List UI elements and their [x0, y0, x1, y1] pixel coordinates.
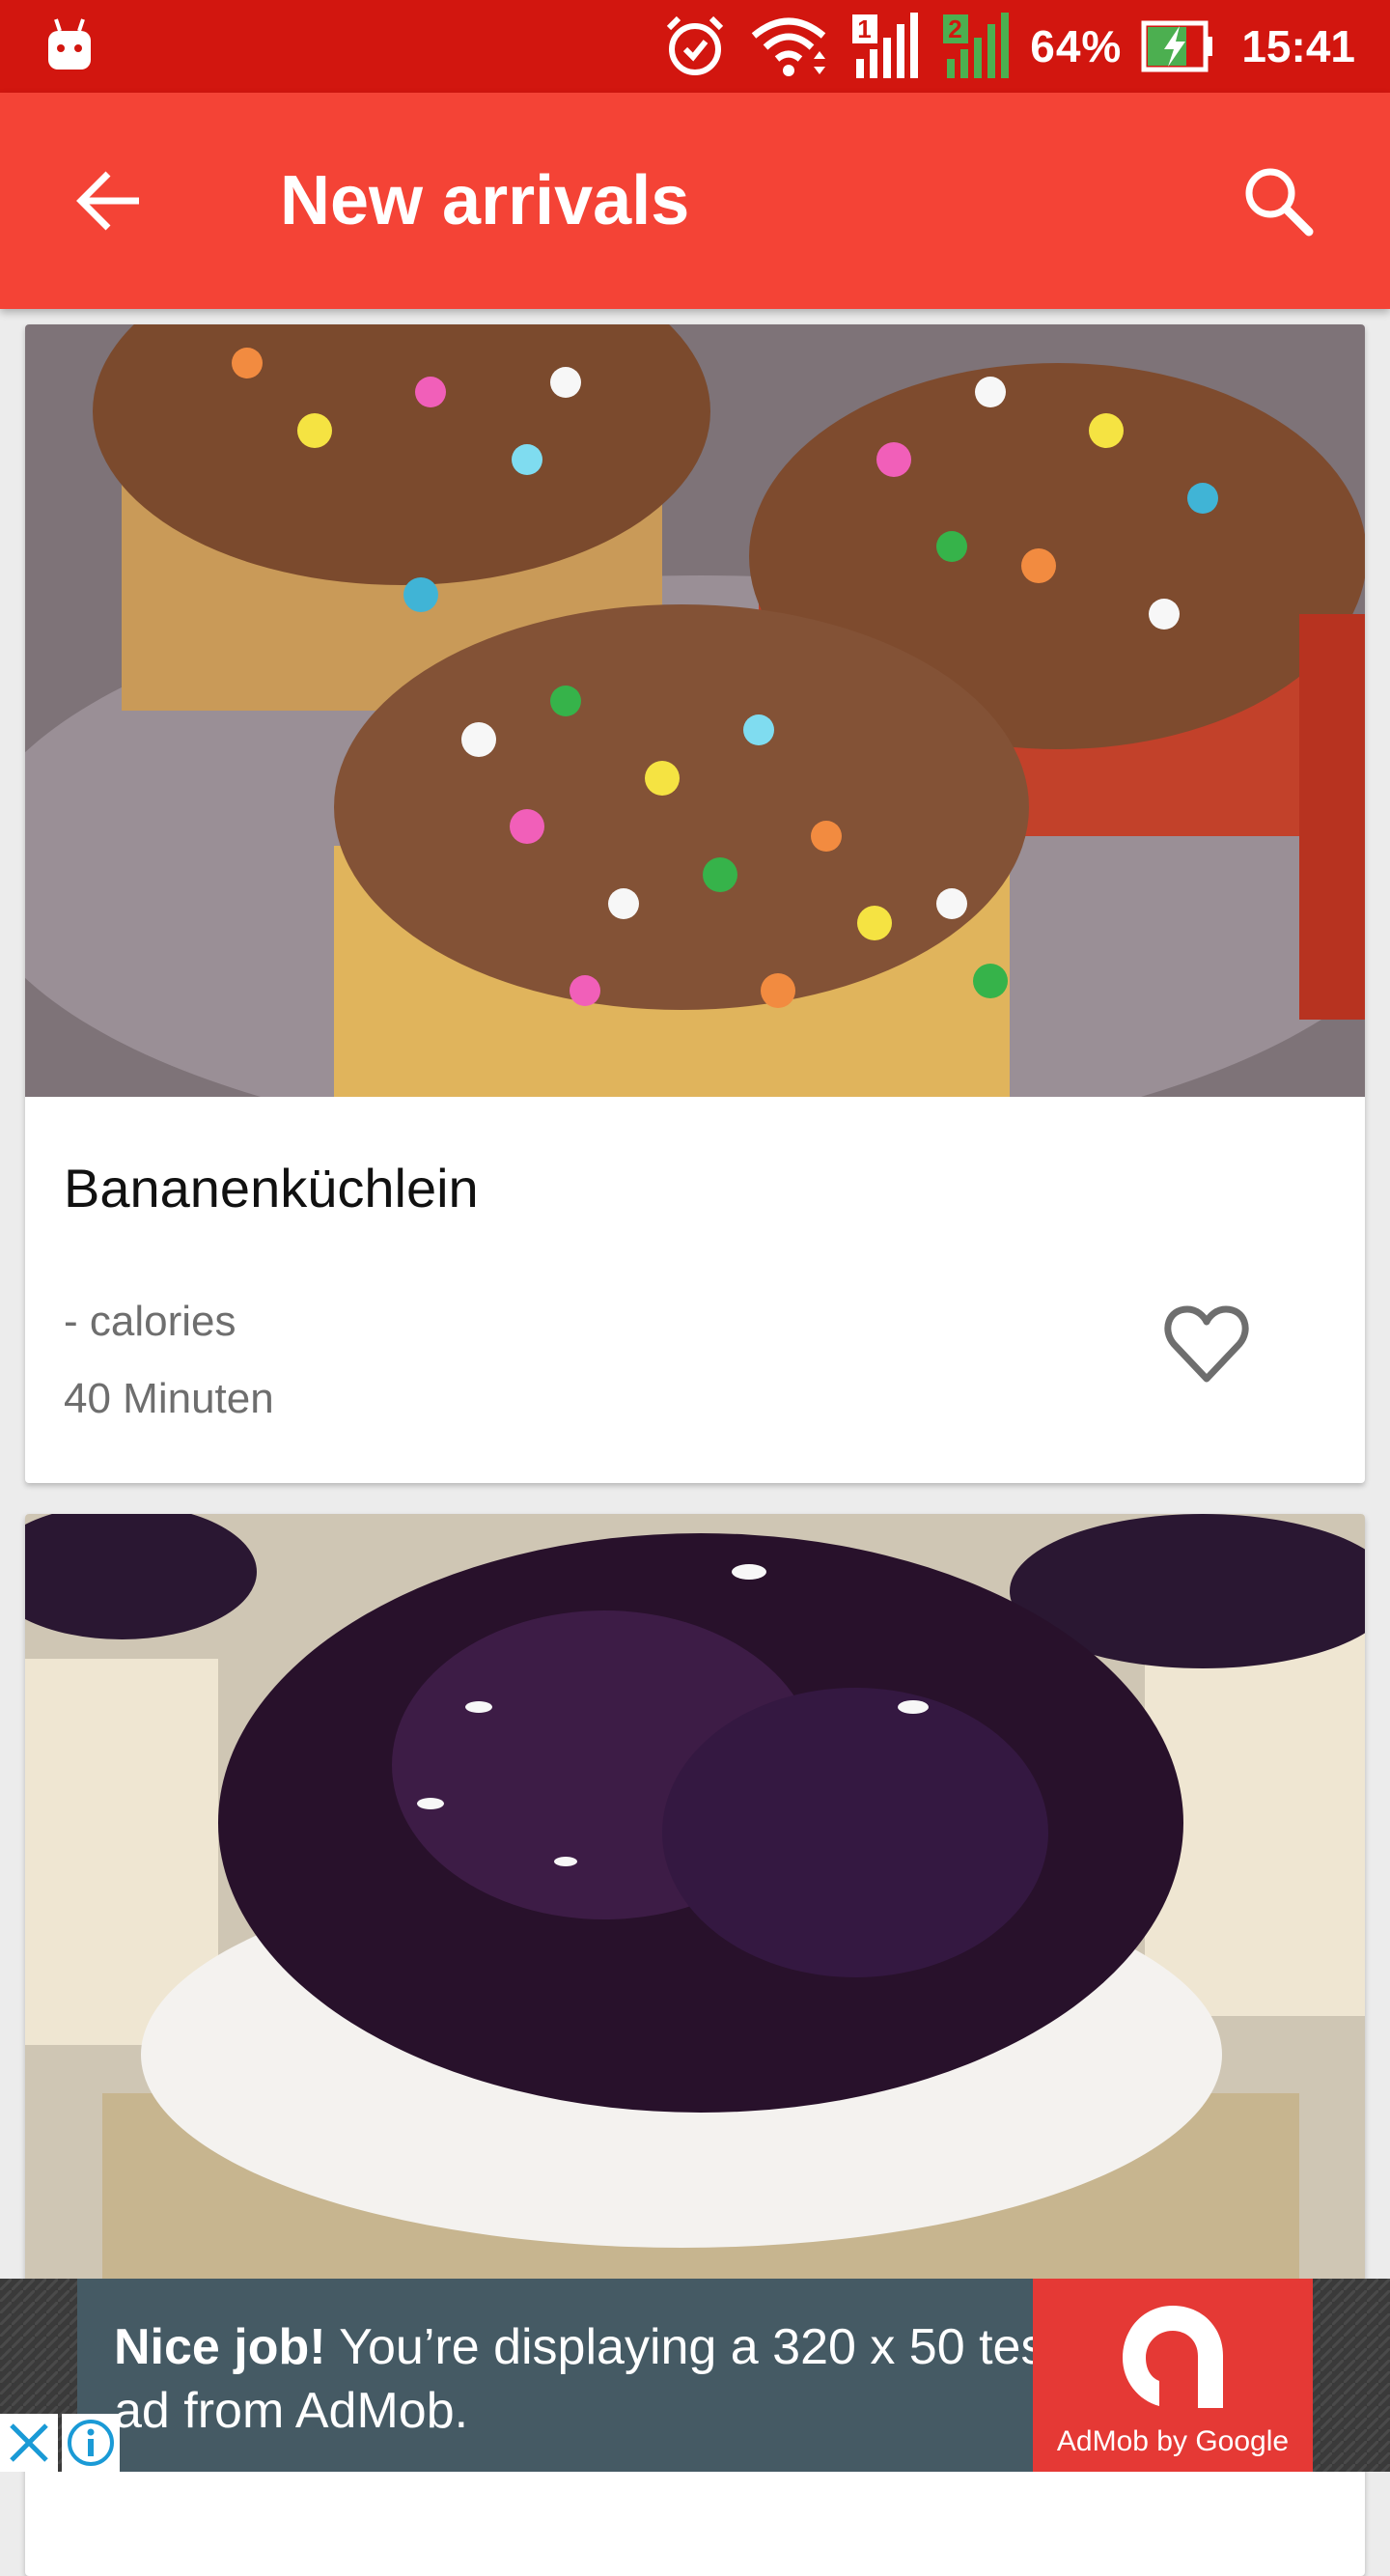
- battery-percent: 64%: [1030, 21, 1123, 71]
- recipe-duration: 40 Minuten: [64, 1375, 274, 1422]
- ad-headline: Nice job! You’re displaying a 320 x 50 t…: [114, 2315, 1079, 2443]
- search-icon[interactable]: [1237, 160, 1319, 241]
- ad-banner[interactable]: Nice job! You’re displaying a 320 x 50 t…: [0, 2279, 1390, 2472]
- admob-logo-caption: AdMob by Google: [1056, 2425, 1290, 2457]
- ad-headline-bold: Nice job!: [114, 2319, 326, 2375]
- page-title: New arrivals: [280, 162, 690, 239]
- app-bar: New arrivals: [0, 93, 1390, 309]
- wifi-icon: [752, 17, 826, 76]
- recipe-image-cupcakes[interactable]: [25, 324, 1365, 1097]
- recipe-title: Bananenküchlein: [64, 1158, 479, 1218]
- recipe-card[interactable]: Bananenküchlein - calories 40 Minuten: [25, 324, 1365, 1483]
- android-notification-icon: [48, 18, 91, 70]
- sim2-signal-icon: 2: [939, 11, 1011, 82]
- status-bar: 1 2 64% 15:41: [0, 0, 1390, 93]
- ad-info-icon[interactable]: [62, 2414, 120, 2472]
- sim2-label: 2: [948, 14, 962, 43]
- admob-logo-icon: [1123, 2306, 1223, 2408]
- battery-charging-icon: [1141, 20, 1213, 72]
- admob-logo-box[interactable]: AdMob by Google: [1033, 2279, 1313, 2472]
- sim1-signal-icon: 1: [848, 11, 920, 82]
- arrow-back-icon[interactable]: [70, 160, 151, 241]
- alarm-icon: [667, 15, 724, 75]
- recipe-calories: - calories: [64, 1298, 236, 1345]
- recipe-image-blueberry-cupcake[interactable]: [25, 1514, 1365, 2286]
- sim1-label: 1: [857, 14, 872, 43]
- heart-outline-icon[interactable]: [1160, 1298, 1253, 1390]
- status-time: 15:41: [1241, 21, 1355, 71]
- ad-close-icon[interactable]: [0, 2414, 58, 2472]
- ad-content[interactable]: Nice job! You’re displaying a 320 x 50 t…: [77, 2279, 1313, 2472]
